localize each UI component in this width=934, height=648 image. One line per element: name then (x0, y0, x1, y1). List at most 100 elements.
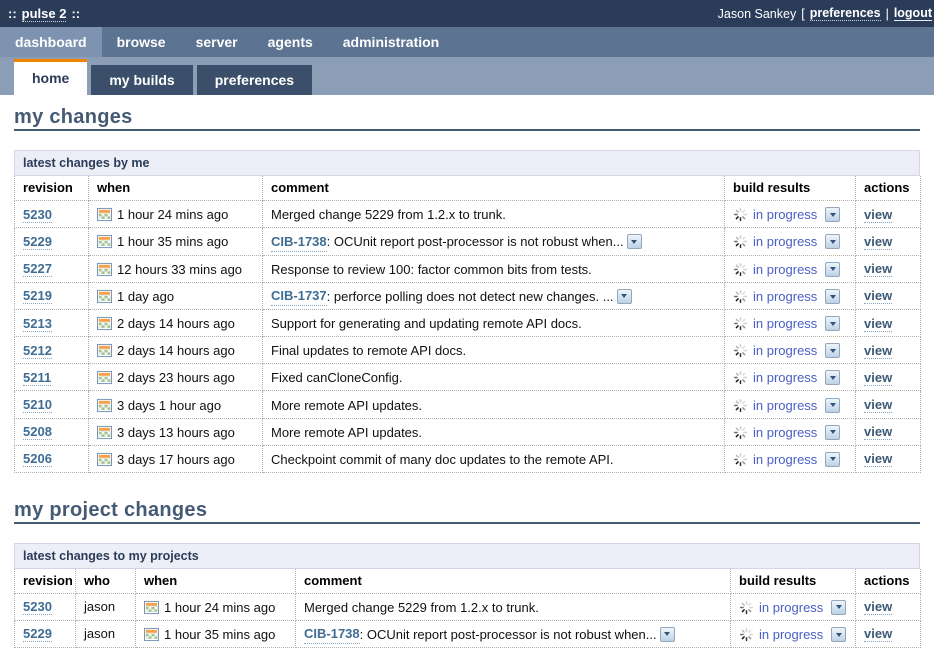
revision-link[interactable]: 5230 (23, 207, 52, 223)
view-link[interactable]: view (864, 343, 892, 359)
dropdown-button[interactable] (825, 289, 840, 304)
dropdown-button[interactable] (831, 600, 846, 615)
build-status-link[interactable]: in progress (753, 341, 817, 360)
in-progress-spinner-icon (733, 343, 748, 358)
calendar-icon (97, 370, 112, 385)
bracket-open: [ (801, 7, 804, 21)
view-link[interactable]: view (864, 451, 892, 467)
view-link[interactable]: view (864, 424, 892, 440)
nav-item-administration[interactable]: administration (328, 27, 454, 57)
revision-link[interactable]: 5227 (23, 261, 52, 277)
build-status-link[interactable]: in progress (753, 287, 817, 306)
revision-link[interactable]: 5210 (23, 397, 52, 413)
when-value: 2 days 14 hours ago (97, 341, 235, 360)
nav-item-browse[interactable]: browse (102, 27, 181, 57)
dropdown-button[interactable] (825, 452, 840, 467)
dropdown-button[interactable] (825, 207, 840, 222)
view-link[interactable]: view (864, 397, 892, 413)
dropdown-button[interactable] (825, 398, 840, 413)
dropdown-button[interactable] (825, 262, 840, 277)
revision-link[interactable]: 5212 (23, 343, 52, 359)
issue-link[interactable]: CIB-1738 (271, 232, 327, 252)
when-value: 1 hour 35 mins ago (97, 232, 228, 251)
dropdown-button[interactable] (627, 234, 642, 249)
revision-link[interactable]: 5206 (23, 451, 52, 467)
comment-value: Checkpoint commit of many doc updates to… (271, 450, 614, 469)
build-status-link[interactable]: in progress (753, 423, 817, 442)
preferences-link[interactable]: preferences (810, 6, 881, 21)
view-link[interactable]: view (864, 207, 892, 223)
action-cell: view (856, 282, 921, 310)
view-link[interactable]: view (864, 288, 892, 304)
tab-my-builds[interactable]: my builds (91, 65, 192, 95)
when-cell: 1 hour 24 mins ago (89, 201, 263, 228)
when-text: 1 hour 35 mins ago (164, 625, 275, 644)
my-project-changes-title: my project changes (14, 499, 920, 524)
who-cell: jason (76, 620, 136, 648)
table-row: 5229jason1 hour 35 mins agoCIB-1738: OCU… (15, 620, 921, 648)
issue-link[interactable]: CIB-1738 (304, 624, 360, 644)
revision-link[interactable]: 5219 (23, 288, 52, 304)
column-header-when: when (136, 569, 296, 594)
nav-item-agents[interactable]: agents (253, 27, 328, 57)
revision-link[interactable]: 5229 (23, 234, 52, 250)
build-status-link[interactable]: in progress (753, 368, 817, 387)
comment-value: More remote API updates. (271, 423, 422, 442)
comment-value: Fixed canCloneConfig. (271, 368, 403, 387)
revision-link[interactable]: 5230 (23, 599, 52, 615)
chevron-down-icon (830, 267, 836, 271)
nav-item-server[interactable]: server (181, 27, 253, 57)
view-link[interactable]: view (864, 316, 892, 332)
table-header-row: revisionwhencommentbuild resultsactions (15, 176, 921, 201)
dropdown-button[interactable] (825, 316, 840, 331)
logout-link[interactable]: logout (894, 6, 932, 21)
comment-cell: Support for generating and updating remo… (263, 310, 725, 337)
build-status-link[interactable]: in progress (753, 260, 817, 279)
view-link[interactable]: view (864, 599, 892, 615)
calendar-icon (97, 262, 112, 277)
build-status-link[interactable]: in progress (759, 598, 823, 617)
dropdown-button[interactable] (660, 627, 675, 642)
view-link[interactable]: view (864, 261, 892, 277)
revision-cell: 5206 (15, 445, 89, 472)
when-cell: 1 hour 35 mins ago (89, 228, 263, 256)
dropdown-button[interactable] (825, 425, 840, 440)
calendar-icon (97, 207, 112, 222)
when-text: 2 days 14 hours ago (117, 341, 235, 360)
dropdown-button[interactable] (825, 370, 840, 385)
tab-home[interactable]: home (14, 59, 87, 95)
revision-link[interactable]: 5213 (23, 316, 52, 332)
calendar-icon (97, 398, 112, 413)
dropdown-button[interactable] (617, 289, 632, 304)
pulse-home-link[interactable]: pulse 2 (22, 6, 67, 22)
view-link[interactable]: view (864, 234, 892, 250)
in-progress-spinner-icon (733, 262, 748, 277)
issue-link[interactable]: CIB-1737 (271, 286, 327, 306)
tab-preferences[interactable]: preferences (197, 65, 312, 95)
calendar-icon (144, 600, 159, 615)
when-cell: 2 days 23 hours ago (89, 364, 263, 391)
build-status-link[interactable]: in progress (753, 314, 817, 333)
when-cell: 2 days 14 hours ago (89, 337, 263, 364)
when-text: 3 days 13 hours ago (117, 423, 235, 442)
comment-text: Checkpoint commit of many doc updates to… (271, 450, 614, 469)
action-cell: view (856, 445, 921, 472)
view-link[interactable]: view (864, 626, 892, 642)
revision-link[interactable]: 5211 (23, 370, 51, 386)
when-value: 1 hour 24 mins ago (144, 598, 275, 617)
table-row: 52122 days 14 hours agoFinal updates to … (15, 337, 921, 364)
revision-link[interactable]: 5229 (23, 626, 52, 642)
dropdown-button[interactable] (825, 234, 840, 249)
build-status-link[interactable]: in progress (753, 232, 817, 251)
dropdown-button[interactable] (831, 627, 846, 642)
brand-decoration-left: :: (8, 6, 17, 21)
build-status-link[interactable]: in progress (753, 450, 817, 469)
nav-item-dashboard[interactable]: dashboard (0, 27, 102, 57)
view-link[interactable]: view (864, 370, 892, 386)
revision-link[interactable]: 5208 (23, 424, 52, 440)
build-status-link[interactable]: in progress (753, 396, 817, 415)
build-status-link[interactable]: in progress (753, 205, 817, 224)
when-text: 3 days 17 hours ago (117, 450, 235, 469)
dropdown-button[interactable] (825, 343, 840, 358)
build-status-link[interactable]: in progress (759, 625, 823, 644)
